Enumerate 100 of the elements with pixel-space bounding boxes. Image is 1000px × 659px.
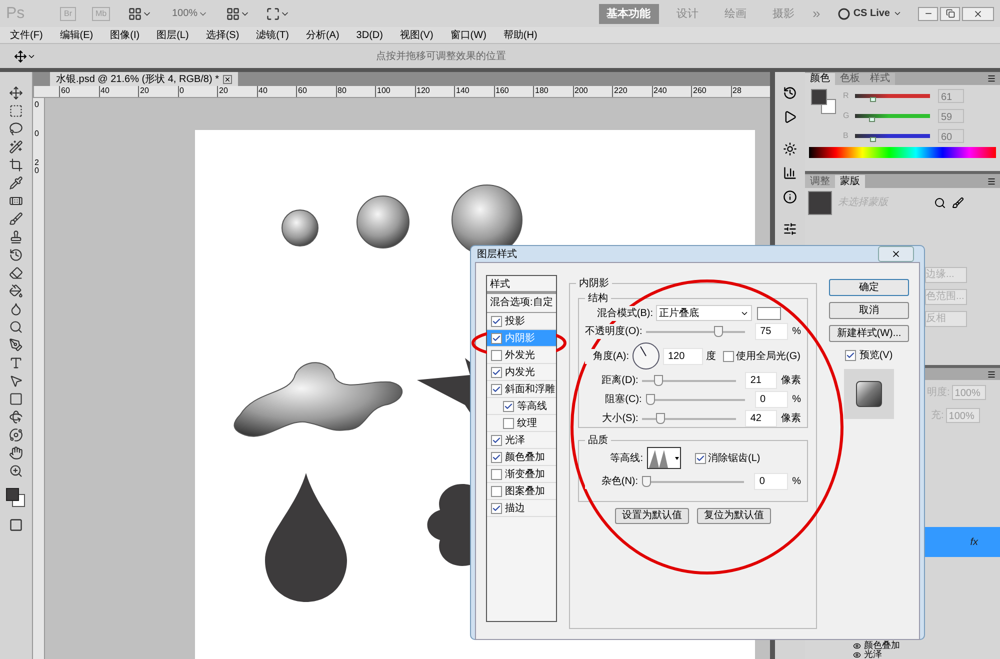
slider-thumb[interactable]	[714, 326, 723, 336]
menu-item[interactable]: 窗口(W)	[450, 28, 486, 42]
history-icon[interactable]	[783, 86, 797, 100]
pointer-icon[interactable]	[9, 374, 23, 388]
style-list-item[interactable]: 投影	[487, 313, 556, 330]
close-icon[interactable]	[973, 8, 983, 18]
value-field[interactable]: 42	[745, 410, 777, 427]
contour-picker[interactable]	[647, 447, 681, 469]
panel-tab[interactable]: 颜色	[805, 73, 835, 85]
sun-icon[interactable]	[783, 142, 797, 156]
dialog-button[interactable]: 新建样式(W)...	[829, 325, 909, 342]
slider-track[interactable]	[646, 326, 746, 338]
slider-thumb[interactable]	[870, 97, 876, 102]
move-tool-preset-button[interactable]	[14, 50, 36, 62]
slider-track[interactable]	[642, 374, 736, 386]
checkbox[interactable]	[723, 350, 734, 362]
view-extras-button[interactable]	[128, 6, 152, 20]
angle-dial[interactable]	[632, 342, 660, 370]
restore-button[interactable]	[940, 6, 960, 20]
grid-icon[interactable]	[226, 6, 240, 20]
marquee-icon[interactable]	[9, 104, 23, 118]
style-list-item[interactable]: 颜色叠加	[487, 449, 556, 466]
magic-wand-icon[interactable]	[9, 140, 23, 154]
grid-icon[interactable]	[128, 6, 142, 20]
slider-track[interactable]	[642, 412, 736, 424]
play-icon[interactable]	[783, 110, 797, 124]
eye-icon[interactable]	[853, 650, 861, 658]
orbit-icon[interactable]	[9, 428, 23, 442]
restore-icon[interactable]	[946, 9, 954, 18]
close-button[interactable]	[962, 6, 994, 20]
type-icon[interactable]	[9, 356, 23, 370]
style-list-item[interactable]: 等高线	[487, 398, 556, 415]
menu-item[interactable]: 图层(L)	[156, 28, 189, 42]
panel-tab[interactable]: 样式	[865, 73, 895, 85]
panel-menu-icon[interactable]	[987, 74, 996, 83]
bandage-icon[interactable]	[9, 194, 23, 208]
brush-icon[interactable]	[952, 196, 964, 209]
rectangle-icon[interactable]	[9, 392, 23, 406]
style-list-item[interactable]: 内发光	[487, 364, 556, 381]
slider-track[interactable]	[642, 476, 744, 488]
dialog-button[interactable]: 确定	[829, 279, 909, 296]
eye-icon[interactable]	[853, 642, 861, 650]
style-list-item[interactable]: 渐变叠加	[487, 466, 556, 483]
style-list-item[interactable]: 斜面和浮雕	[487, 381, 556, 398]
history-brush-icon[interactable]	[9, 248, 23, 262]
close-tab-icon[interactable]	[222, 74, 232, 84]
info-icon[interactable]	[783, 190, 797, 204]
menu-item[interactable]: 图像(I)	[110, 28, 140, 42]
checkbox[interactable]	[503, 418, 514, 428]
style-list-item[interactable]: 图案叠加	[487, 483, 556, 500]
panel-tab[interactable]: 调整	[805, 174, 835, 188]
brush-icon[interactable]	[9, 212, 23, 226]
value-field[interactable]: 120	[663, 348, 703, 364]
menu-item[interactable]: 编辑(E)	[60, 28, 94, 42]
slider-thumb[interactable]	[656, 412, 665, 424]
slider-track[interactable]	[646, 394, 746, 406]
move-icon[interactable]	[14, 50, 27, 62]
default-button[interactable]: 设置为默认值	[615, 508, 689, 524]
checkbox[interactable]	[491, 468, 502, 480]
value-field[interactable]: 21	[745, 372, 777, 389]
color-spectrum[interactable]	[809, 147, 996, 158]
screen-mode-button[interactable]	[266, 6, 290, 20]
sliders-icon[interactable]	[783, 222, 797, 236]
mask-select-icon[interactable]	[934, 196, 946, 209]
color-swatches-icon[interactable]	[6, 488, 26, 508]
default-button[interactable]: 复位为默认值	[697, 508, 771, 524]
style-list-item[interactable]: 光泽	[487, 432, 556, 449]
color-swatches-icon[interactable]	[811, 89, 837, 115]
rotate-3d-icon[interactable]	[9, 410, 23, 424]
cs-live-button[interactable]: CS Live	[838, 6, 902, 21]
crop-icon[interactable]	[9, 158, 23, 172]
close-button[interactable]	[878, 246, 914, 262]
panel-menu-icon[interactable]	[987, 370, 996, 379]
move-icon[interactable]	[9, 86, 23, 100]
slider-thumb[interactable]	[870, 137, 876, 142]
document-tab[interactable]: 水银.psd @ 21.6% (形状 4, RGB/8) *	[50, 72, 238, 86]
color-swatch[interactable]	[757, 306, 781, 320]
screen-mode-icon[interactable]	[266, 6, 280, 20]
histogram-icon[interactable]	[783, 166, 797, 180]
menu-item[interactable]: 视图(V)	[400, 28, 434, 42]
eyedropper-icon[interactable]	[9, 176, 23, 190]
menu-item[interactable]: 3D(D)	[356, 28, 383, 42]
pen-icon[interactable]	[9, 338, 23, 352]
panel-menu-icon[interactable]	[987, 176, 996, 186]
value-field[interactable]: 75	[755, 323, 788, 340]
menu-item[interactable]: 帮助(H)	[503, 28, 538, 42]
quick-mask-icon[interactable]	[9, 518, 23, 532]
ring-icon[interactable]	[838, 8, 850, 20]
slider-thumb[interactable]	[869, 117, 876, 122]
hand-icon[interactable]	[9, 446, 23, 460]
menu-item[interactable]: 文件(F)	[10, 28, 43, 42]
dialog-button[interactable]: 取消	[829, 302, 909, 319]
droplet-icon[interactable]	[9, 302, 23, 316]
arrange-button[interactable]	[226, 6, 250, 20]
menu-item[interactable]: 选择(S)	[206, 28, 240, 42]
eraser-icon[interactable]	[9, 266, 23, 280]
caret-icon[interactable]	[893, 9, 902, 18]
lasso-icon[interactable]	[9, 122, 23, 136]
value-field[interactable]: 0	[754, 473, 788, 490]
panel-tab[interactable]: 蒙版	[835, 174, 865, 188]
